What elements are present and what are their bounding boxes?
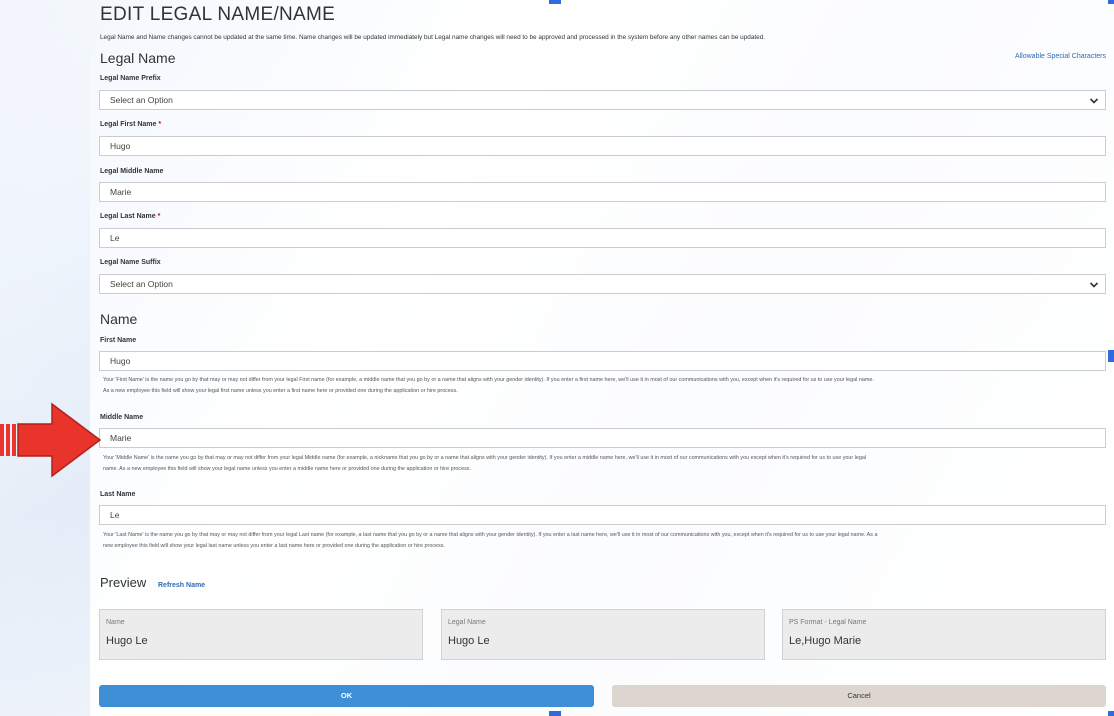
chevron-down-icon — [1089, 98, 1099, 104]
last-name-help-line2: new employee this field will show your l… — [103, 543, 445, 549]
legal-name-section-title: Legal Name — [100, 50, 176, 66]
chevron-down-icon — [1089, 282, 1099, 288]
legal-last-name-label-text: Legal Last Name — [100, 213, 156, 220]
page-title: EDIT LEGAL NAME/NAME — [100, 4, 336, 25]
cancel-button[interactable]: Cancel — [612, 685, 1106, 707]
allowable-special-characters-link[interactable]: Allowable Special Characters — [1015, 53, 1106, 60]
legal-prefix-value: Select an Option — [110, 95, 173, 105]
legal-suffix-label: Legal Name Suffix — [100, 259, 161, 266]
legal-prefix-label: Legal Name Prefix — [100, 75, 161, 82]
intro-text: Legal Name and Name changes cannot be up… — [100, 34, 766, 41]
legal-last-name-label: Legal Last Name * — [100, 213, 160, 220]
legal-middle-name-label: Legal Middle Name — [100, 168, 164, 175]
last-name-input[interactable]: Le — [99, 505, 1106, 525]
legal-first-name-label: Legal First Name * — [100, 121, 161, 128]
last-name-help: Your 'Last Name' is the name you go by t… — [103, 530, 1103, 552]
preview-name-value: Hugo Le — [106, 635, 148, 647]
first-name-label: First Name — [100, 337, 137, 344]
last-name-label: Last Name — [100, 491, 136, 498]
name-section-title: Name — [100, 311, 138, 327]
middle-name-help: Your 'Middle Name' is the name you go by… — [103, 453, 1103, 475]
preview-legal-name-label: Legal Name — [448, 619, 486, 626]
first-name-help: Your 'First Name' is the name you go by … — [103, 375, 1103, 397]
preview-name-box: Name Hugo Le — [99, 609, 423, 660]
preview-ps-format-label: PS Format - Legal Name — [789, 619, 867, 626]
preview-title: Preview — [100, 575, 147, 590]
first-name-input[interactable]: Hugo — [99, 351, 1106, 371]
middle-name-input[interactable]: Marie — [99, 428, 1106, 448]
ok-button[interactable]: OK — [99, 685, 594, 707]
preview-ps-format-box: PS Format - Legal Name Le,Hugo Marie — [782, 609, 1106, 660]
required-mark: * — [158, 121, 162, 128]
background-left — [0, 0, 90, 716]
legal-suffix-value: Select an Option — [110, 279, 173, 289]
first-name-help-line1: Your 'First Name' is the name you go by … — [103, 377, 874, 383]
preview-ps-format-value: Le,Hugo Marie — [789, 635, 862, 647]
preview-legal-name-box: Legal Name Hugo Le — [441, 609, 765, 660]
legal-middle-name-input[interactable]: Marie — [99, 182, 1106, 202]
last-name-help-line1: Your 'Last Name' is the name you go by t… — [103, 532, 878, 538]
first-name-help-line2: As a new employee this field will show y… — [103, 388, 458, 394]
middle-name-help-line1: Your 'Middle Name' is the name you go by… — [103, 455, 867, 461]
legal-suffix-select[interactable]: Select an Option — [99, 274, 1106, 294]
arrow-right-icon — [0, 402, 102, 478]
required-mark: * — [157, 213, 161, 220]
refresh-name-link[interactable]: Refresh Name — [158, 582, 205, 589]
legal-last-name-input[interactable]: Le — [99, 228, 1106, 248]
edit-name-panel: EDIT LEGAL NAME/NAME Legal Name and Name… — [90, 0, 1114, 716]
preview-legal-name-value: Hugo Le — [448, 635, 490, 647]
legal-prefix-select[interactable]: Select an Option — [99, 90, 1106, 110]
preview-name-label: Name — [106, 619, 125, 626]
middle-name-label: Middle Name — [100, 414, 144, 421]
legal-first-name-label-text: Legal First Name — [100, 121, 157, 128]
legal-first-name-input[interactable]: Hugo — [99, 136, 1106, 156]
middle-name-help-line2: name. As a new employee this field will … — [103, 466, 471, 472]
